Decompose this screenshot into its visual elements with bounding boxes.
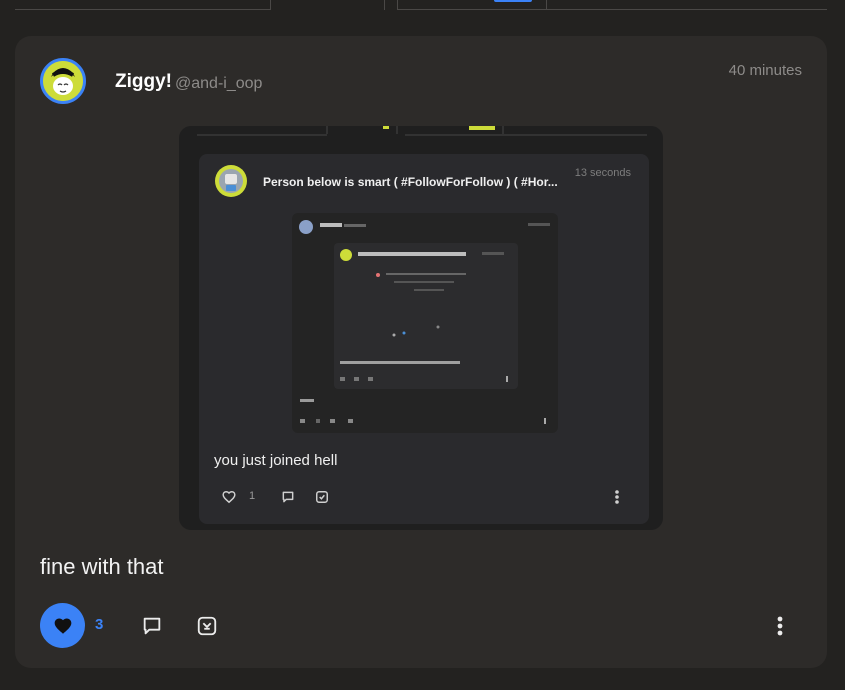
nav-divider xyxy=(397,0,398,10)
screenshot-topbar xyxy=(197,126,647,136)
embedded-post-text: you just joined hell xyxy=(214,452,338,469)
share-icon xyxy=(197,616,217,636)
embedded-like-count: 1 xyxy=(249,490,256,502)
username[interactable]: Ziggy! xyxy=(115,71,172,93)
post-text: fine with that xyxy=(40,554,164,579)
comment-button[interactable] xyxy=(137,611,167,641)
share-icon xyxy=(316,491,328,503)
more-vertical-icon xyxy=(615,490,619,504)
more-options-button[interactable] xyxy=(765,611,795,641)
avatar-image xyxy=(43,61,83,101)
embedded-timestamp: 13 seconds xyxy=(574,167,631,179)
nav-divider xyxy=(546,0,547,10)
nav-divider xyxy=(15,9,270,10)
heart-icon xyxy=(54,618,71,634)
avatar[interactable] xyxy=(40,58,86,104)
comment-icon xyxy=(282,491,294,503)
more-vertical-icon xyxy=(777,616,783,636)
heart-icon xyxy=(222,491,236,504)
embedded-actions: 1 xyxy=(199,482,649,512)
post-card: Ziggy! @and-i_oop 40 minutes Person belo… xyxy=(15,36,827,668)
nav-divider xyxy=(384,0,385,10)
post-timestamp[interactable]: 40 minutes xyxy=(729,62,802,79)
comment-icon xyxy=(143,617,161,635)
embedded-avatar xyxy=(215,165,247,197)
share-button[interactable] xyxy=(192,611,222,641)
embedded-post-title: Person below is smart ( #FollowForFollow… xyxy=(263,175,558,189)
nested-inner-card xyxy=(334,243,518,389)
attached-screenshot[interactable]: Person below is smart ( #FollowForFollow… xyxy=(179,126,663,530)
active-tab-indicator[interactable] xyxy=(494,0,532,2)
embedded-post-card: Person below is smart ( #FollowForFollow… xyxy=(199,154,649,524)
like-count[interactable]: 3 xyxy=(95,616,103,633)
post-actions: 3 xyxy=(15,602,827,650)
top-nav-bar xyxy=(0,0,845,12)
nested-screenshot xyxy=(292,213,558,433)
nested-inner-image xyxy=(340,249,508,382)
nav-divider xyxy=(270,0,271,10)
nav-divider xyxy=(397,9,827,10)
user-handle[interactable]: @and-i_oop xyxy=(175,75,262,93)
like-button[interactable] xyxy=(40,603,85,648)
